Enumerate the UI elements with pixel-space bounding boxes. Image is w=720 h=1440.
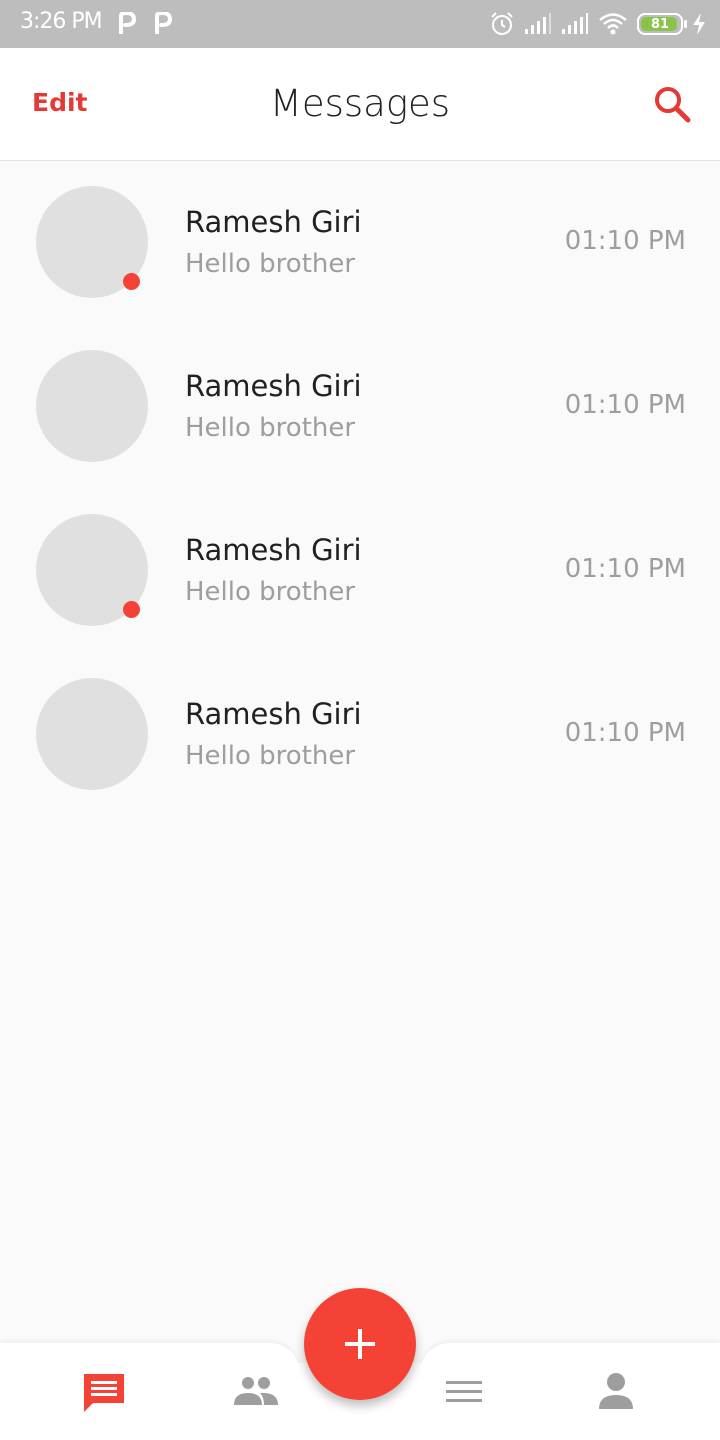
contact-name: Ramesh Giri [185, 369, 362, 403]
signal-icon [562, 13, 588, 34]
charging-icon [693, 13, 705, 35]
message-preview: Hello brother [185, 577, 356, 607]
people-icon[interactable] [233, 1371, 279, 1413]
message-time: 01:10 PM [564, 718, 686, 748]
search-icon[interactable] [652, 84, 692, 124]
p-notification-icon [155, 12, 172, 34]
conversation-item[interactable]: Ramesh Giri Hello brother 01:10 PM [0, 161, 720, 325]
message-time: 01:10 PM [564, 390, 686, 420]
page-title: Messages [269, 82, 451, 125]
conversation-item[interactable]: Ramesh Giri Hello brother 01:10 PM [0, 653, 720, 817]
battery-level: 81 [650, 16, 670, 32]
status-bar: 3:26 PM 81 [0, 0, 720, 48]
conversation-list: Ramesh Giri Hello brother 01:10 PM Rames… [0, 161, 720, 817]
menu-icon[interactable] [441, 1371, 487, 1413]
avatar [36, 678, 148, 790]
wifi-icon [599, 13, 627, 35]
conversation-item[interactable]: Ramesh Giri Hello brother 01:10 PM [0, 489, 720, 653]
contact-name: Ramesh Giri [185, 697, 362, 731]
alarm-icon [491, 12, 513, 35]
message-preview: Hello brother [185, 741, 356, 771]
avatar [36, 350, 148, 462]
p-notification-icon [119, 12, 136, 34]
battery-icon: 81 [637, 13, 687, 35]
app-header: Edit Messages [0, 48, 720, 161]
new-message-button[interactable] [304, 1288, 416, 1400]
signal-icon [525, 13, 551, 34]
unread-indicator [123, 273, 140, 290]
plus-icon [345, 1329, 375, 1359]
profile-icon[interactable] [593, 1371, 639, 1413]
message-preview: Hello brother [185, 413, 356, 443]
message-time: 01:10 PM [564, 226, 686, 256]
message-time: 01:10 PM [564, 554, 686, 584]
contact-name: Ramesh Giri [185, 205, 362, 239]
message-preview: Hello brother [185, 249, 356, 279]
unread-indicator [123, 601, 140, 618]
status-time: 3:26 PM [20, 9, 103, 34]
messages-icon[interactable] [81, 1371, 127, 1413]
conversation-item[interactable]: Ramesh Giri Hello brother 01:10 PM [0, 325, 720, 489]
status-icons: 81 [489, 10, 706, 38]
contact-name: Ramesh Giri [185, 533, 362, 567]
